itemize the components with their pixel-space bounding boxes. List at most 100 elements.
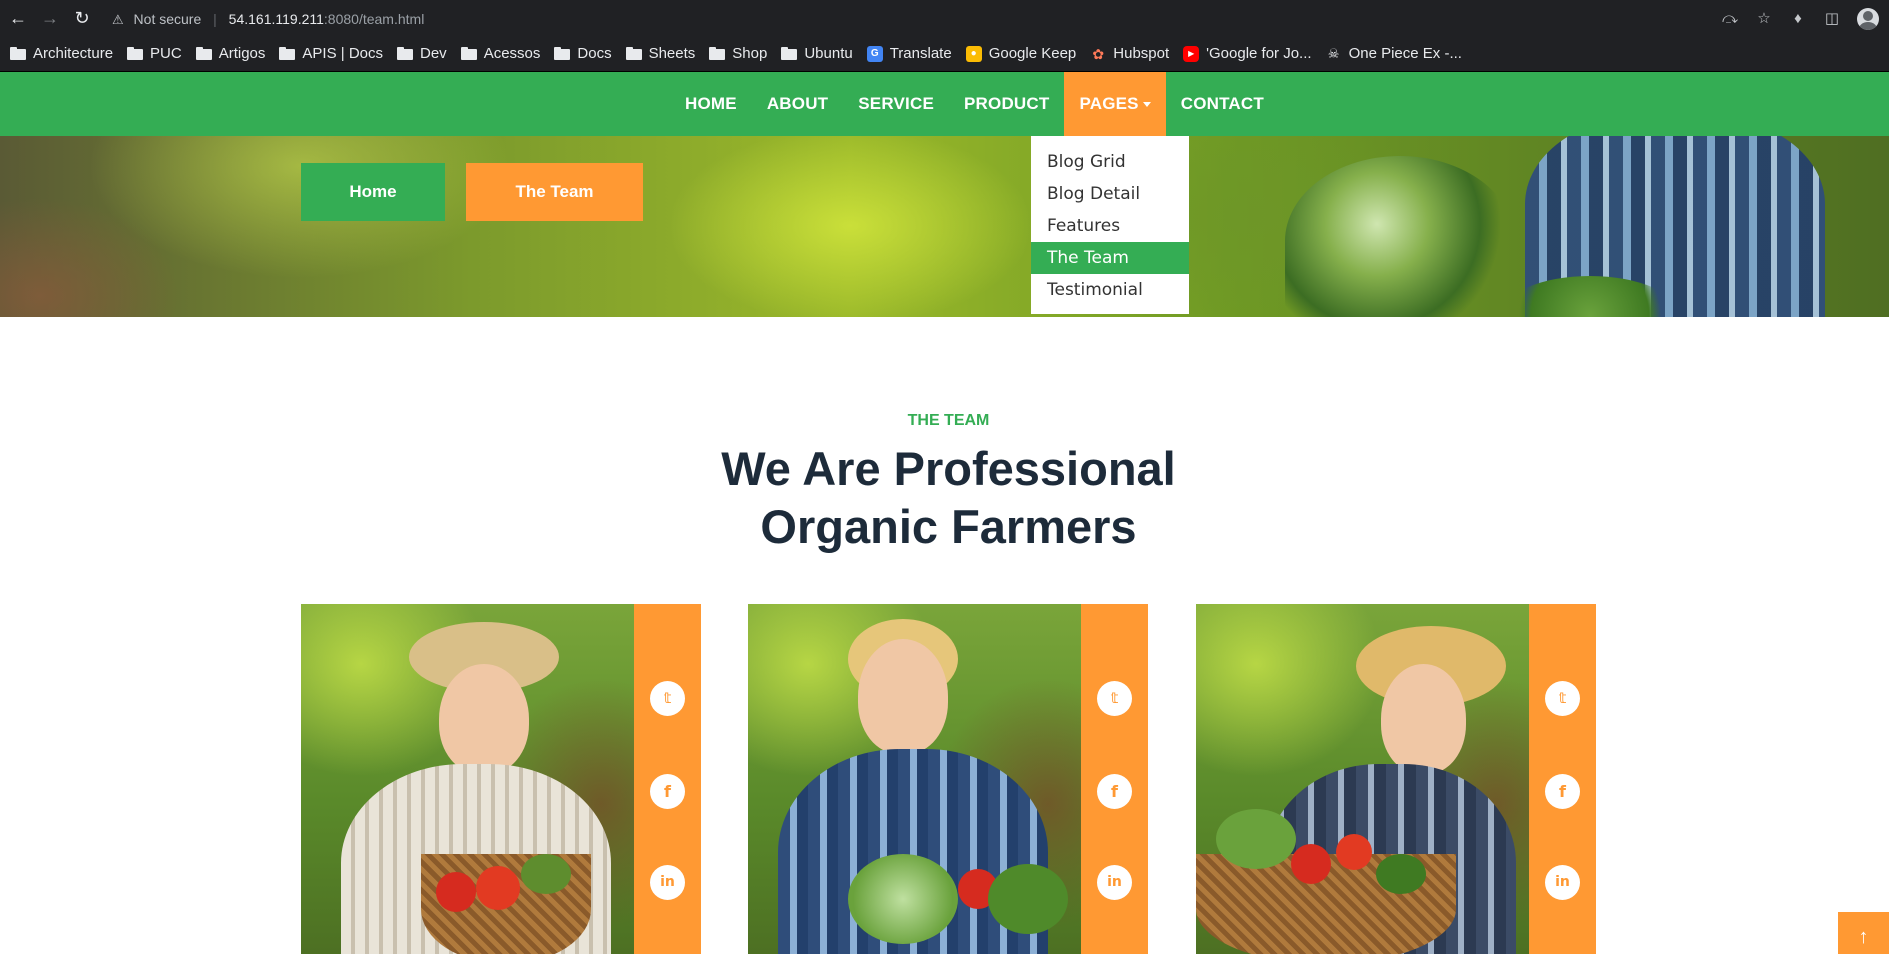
page-header-banner — [0, 136, 1889, 317]
lettuce-image — [1216, 809, 1296, 869]
back-to-top-button[interactable]: ↑ — [1838, 912, 1889, 954]
pepper-image — [1336, 834, 1372, 870]
bookmark-label: Docs — [577, 45, 612, 62]
bookmark-label: Dev — [420, 45, 447, 62]
linkedin-icon[interactable]: in — [1545, 865, 1580, 900]
folder-icon — [781, 47, 798, 60]
bookmark-label: Shop — [732, 45, 768, 62]
nav-product[interactable]: PRODUCT — [949, 72, 1064, 136]
team-card: 𝕥 f in — [301, 604, 701, 954]
google-translate-icon: G — [866, 45, 883, 62]
team-member-photo — [301, 604, 634, 954]
folder-icon — [279, 47, 296, 60]
bookmark-acessos[interactable]: Acessos — [460, 45, 541, 62]
face-image — [1381, 664, 1466, 774]
twitter-icon[interactable]: 𝕥 — [650, 681, 685, 716]
twitter-icon[interactable]: 𝕥 — [1545, 681, 1580, 716]
linkedin-icon[interactable]: in — [650, 865, 685, 900]
social-links: 𝕥 f in — [1081, 604, 1148, 954]
address-separator: | — [213, 11, 217, 27]
bookmark-label: Architecture — [33, 45, 114, 62]
tomato-image — [476, 866, 520, 910]
bookmark-label: One Piece Ex -... — [1348, 45, 1462, 62]
url-path: :8080/team.html — [323, 11, 425, 27]
folder-icon — [554, 47, 571, 60]
face-image — [439, 664, 529, 774]
social-links: 𝕥 f in — [634, 604, 701, 954]
bookmark-one-piece[interactable]: ☠ One Piece Ex -... — [1326, 45, 1462, 62]
facebook-icon[interactable]: f — [650, 774, 685, 809]
social-links: 𝕥 f in — [1529, 604, 1596, 954]
bookmark-artigos[interactable]: Artigos — [195, 45, 265, 62]
forward-arrow-icon[interactable]: → — [40, 8, 60, 28]
bookmark-docs[interactable]: Docs — [554, 45, 612, 62]
linkedin-icon[interactable]: in — [1097, 865, 1132, 900]
bookmark-label: Translate — [889, 45, 952, 62]
bookmark-apis-docs[interactable]: APIS | Docs — [279, 45, 383, 62]
nav-about[interactable]: ABOUT — [752, 72, 843, 136]
broccoli-image — [988, 864, 1068, 934]
folder-icon — [460, 47, 477, 60]
bookmark-hubspot[interactable]: ✿ Hubspot — [1090, 45, 1169, 62]
section-title-line-2: Organic Farmers — [760, 500, 1137, 553]
bookmark-label: Hubspot — [1113, 45, 1170, 62]
folder-icon — [625, 47, 642, 60]
browser-toolbar: ← → ↻ ⚠ Not secure | 54.161.119.211:8080… — [0, 0, 1889, 36]
reload-icon[interactable]: ↻ — [72, 8, 92, 28]
bookmark-puc[interactable]: PUC — [127, 45, 182, 62]
bookmark-translate[interactable]: G Translate — [866, 45, 952, 62]
profile-avatar-icon[interactable] — [1857, 8, 1879, 30]
main-menu: HOME ABOUT SERVICE PRODUCT PAGES CONTACT — [670, 72, 1279, 136]
bookmark-shop[interactable]: Shop — [709, 45, 767, 62]
bookmark-label: 'Google for Jo... — [1206, 45, 1312, 62]
dropdown-item-the-team[interactable]: The Team — [1031, 242, 1189, 274]
team-card: 𝕥 f in — [1196, 604, 1596, 954]
facebook-icon[interactable]: f — [1545, 774, 1580, 809]
vegetables-image — [521, 854, 571, 894]
bookmark-label: PUC — [150, 45, 182, 62]
dropdown-item-features[interactable]: Features — [1031, 210, 1189, 242]
breadcrumb-home-button[interactable]: Home — [301, 163, 445, 221]
nav-pages[interactable]: PAGES — [1064, 72, 1166, 136]
bookmark-sheets[interactable]: Sheets — [625, 45, 696, 62]
hubspot-icon: ✿ — [1092, 45, 1105, 62]
bookmark-dev[interactable]: Dev — [397, 45, 447, 62]
bookmark-ubuntu[interactable]: Ubuntu — [781, 45, 853, 62]
extensions-puzzle-icon[interactable]: ♦ — [1789, 10, 1807, 28]
dropdown-item-testimonial[interactable]: Testimonial — [1031, 274, 1189, 306]
breadcrumb-current-button[interactable]: The Team — [466, 163, 643, 221]
nav-service[interactable]: SERVICE — [843, 72, 949, 136]
url-host: 54.161.119.211 — [228, 11, 324, 27]
tomato-image — [1291, 844, 1331, 884]
back-arrow-icon[interactable]: ← — [8, 8, 28, 28]
bookmarks-bar: Architecture PUC Artigos APIS | Docs Dev… — [0, 36, 1889, 72]
bookmark-label: Sheets — [648, 45, 696, 62]
arrow-up-icon: ↑ — [1858, 926, 1869, 948]
facebook-icon[interactable]: f — [1097, 774, 1132, 809]
tomato-image — [436, 872, 476, 912]
twitter-icon[interactable]: 𝕥 — [1097, 681, 1132, 716]
share-icon[interactable]: ⤼ — [1721, 10, 1739, 28]
bookmark-google-for-jobs[interactable]: ▶ 'Google for Jo... — [1183, 45, 1312, 62]
address-bar[interactable]: ⚠ Not secure | 54.161.119.211:8080/team.… — [112, 9, 424, 29]
side-panel-icon[interactable]: ◫ — [1823, 10, 1841, 28]
warning-icon: ⚠ — [112, 12, 124, 27]
one-piece-icon: ☠ — [1327, 45, 1340, 61]
youtube-icon: ▶ — [1183, 45, 1200, 62]
google-keep-icon: ● — [965, 45, 982, 62]
herbs-image — [1285, 156, 1515, 317]
dropdown-item-blog-grid[interactable]: Blog Grid — [1031, 146, 1189, 178]
not-secure-label: Not secure — [133, 11, 202, 27]
bookmark-label: Ubuntu — [804, 45, 853, 62]
dropdown-item-blog-detail[interactable]: Blog Detail — [1031, 178, 1189, 210]
bookmark-google-keep[interactable]: ● Google Keep — [965, 45, 1076, 62]
folder-icon — [10, 47, 26, 60]
bookmark-architecture[interactable]: Architecture — [10, 45, 113, 62]
bookmark-star-icon[interactable]: ☆ — [1755, 10, 1773, 28]
folder-icon — [397, 47, 413, 60]
bookmark-label: Acessos — [483, 45, 541, 62]
nav-pages-label: PAGES — [1079, 94, 1139, 113]
nav-contact[interactable]: CONTACT — [1166, 72, 1279, 136]
team-member-photo — [1196, 604, 1529, 954]
nav-home[interactable]: HOME — [670, 72, 752, 136]
